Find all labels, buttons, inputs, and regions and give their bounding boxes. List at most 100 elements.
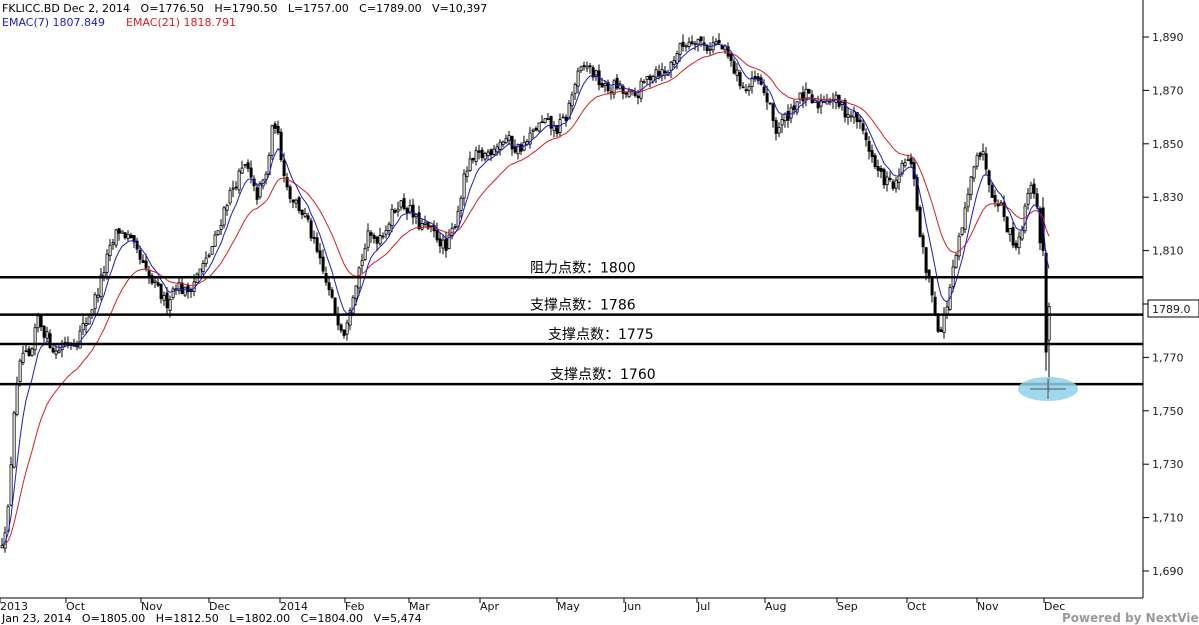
candle-down bbox=[276, 125, 280, 134]
y-tick-label: 1,750 bbox=[1152, 405, 1184, 418]
candle-up bbox=[258, 183, 262, 198]
candle-down bbox=[744, 89, 748, 92]
candle-up bbox=[408, 204, 412, 213]
candle-down bbox=[801, 92, 805, 102]
candle-up bbox=[153, 280, 157, 283]
x-tick-label: Nov bbox=[977, 600, 999, 613]
candle-up bbox=[498, 141, 502, 150]
candle-up bbox=[9, 464, 13, 506]
candle-down bbox=[330, 289, 334, 298]
header-ohlc: FKLICC.BD Dec 2, 2014 O=1776.50 H=1790.5… bbox=[2, 2, 487, 15]
candle-down bbox=[1014, 242, 1018, 248]
candle-up bbox=[960, 227, 964, 235]
candle-up bbox=[906, 159, 910, 162]
candle-up bbox=[57, 349, 61, 353]
candle-down bbox=[27, 348, 31, 357]
candle-up bbox=[645, 76, 649, 80]
candle-up bbox=[18, 360, 22, 382]
y-tick-label: 1,710 bbox=[1152, 512, 1184, 525]
support-label: 支撑点数：1775 bbox=[548, 327, 654, 343]
candle-up bbox=[384, 230, 388, 235]
candle-down bbox=[861, 123, 865, 131]
candle-down bbox=[858, 119, 862, 123]
candle-down bbox=[336, 313, 340, 326]
candle-down bbox=[312, 237, 316, 239]
candle-down bbox=[1011, 227, 1015, 246]
candle-up bbox=[897, 175, 901, 183]
candle-down bbox=[117, 228, 121, 234]
candle-up bbox=[507, 135, 511, 141]
candle-up bbox=[714, 41, 718, 45]
candle-down bbox=[282, 160, 286, 177]
candle-up bbox=[957, 235, 961, 257]
candle-down bbox=[540, 121, 544, 124]
candle-down bbox=[321, 256, 325, 272]
candle-up bbox=[45, 331, 49, 339]
candle-up bbox=[750, 77, 754, 87]
y-tick-label: 1,810 bbox=[1152, 245, 1184, 258]
candle-up bbox=[240, 167, 244, 174]
x-tick-label: Oct bbox=[907, 600, 927, 613]
candle-up bbox=[12, 412, 16, 468]
candle-up bbox=[654, 69, 658, 78]
candle-up bbox=[294, 199, 298, 204]
candle-down bbox=[918, 207, 922, 237]
candle-up bbox=[672, 60, 676, 65]
candle-up bbox=[222, 207, 226, 226]
candle-up bbox=[15, 383, 19, 415]
candle-up bbox=[237, 170, 241, 191]
candle-down bbox=[882, 169, 886, 186]
candle-down bbox=[342, 329, 346, 336]
candle-down bbox=[762, 86, 766, 93]
candle-up bbox=[219, 225, 223, 230]
candle-down bbox=[333, 297, 337, 315]
candle-up bbox=[669, 61, 673, 71]
candle-up bbox=[894, 179, 898, 189]
candle-down bbox=[615, 77, 619, 89]
price-chart[interactable]: 阻力点数：1800 支撑点数：1786 支撑点数：1775 支撑点数：1760 1,6… bbox=[0, 0, 1199, 625]
candle-up bbox=[0, 545, 4, 549]
candle-down bbox=[24, 350, 28, 353]
candle-up bbox=[270, 125, 274, 156]
candle-up bbox=[423, 222, 427, 225]
candle-down bbox=[765, 92, 769, 103]
candle-up bbox=[972, 166, 976, 179]
candle-up bbox=[777, 126, 781, 134]
candle-up bbox=[162, 295, 166, 301]
support-label: 支撑点数：1786 bbox=[530, 298, 636, 314]
candle-down bbox=[186, 284, 190, 293]
candle-down bbox=[930, 278, 934, 296]
candle-down bbox=[936, 314, 940, 332]
candle-up bbox=[849, 115, 853, 118]
candle-down bbox=[870, 150, 874, 158]
candle-down bbox=[990, 185, 994, 198]
candle-up bbox=[210, 246, 214, 255]
candle-up bbox=[183, 286, 187, 296]
candle-down bbox=[147, 269, 151, 278]
header-ema7: EMAC(7) 1807.849 bbox=[2, 16, 105, 29]
candle-down bbox=[444, 238, 448, 251]
candle-up bbox=[390, 208, 394, 227]
resistance-label: 阻力点数：1800 bbox=[530, 260, 636, 276]
x-tick-label: Jun bbox=[623, 600, 641, 613]
candle-up bbox=[396, 208, 400, 212]
candle-up bbox=[366, 230, 370, 248]
candle-down bbox=[288, 186, 292, 199]
candle-down bbox=[180, 282, 184, 294]
candle-up bbox=[105, 253, 109, 273]
candle-down bbox=[453, 226, 457, 229]
candle-down bbox=[318, 250, 322, 259]
candle-up bbox=[492, 148, 496, 155]
candle-down bbox=[513, 146, 517, 153]
candle-up bbox=[381, 235, 385, 238]
candle-up bbox=[225, 205, 229, 211]
candle-up bbox=[81, 323, 85, 331]
candle-down bbox=[246, 162, 250, 169]
candle-up bbox=[747, 86, 751, 91]
candle-up bbox=[216, 230, 220, 235]
candle-up bbox=[486, 151, 490, 157]
candle-up bbox=[459, 197, 463, 211]
candle-down bbox=[1044, 252, 1048, 353]
candle-up bbox=[678, 43, 682, 55]
candle-up bbox=[708, 48, 712, 51]
